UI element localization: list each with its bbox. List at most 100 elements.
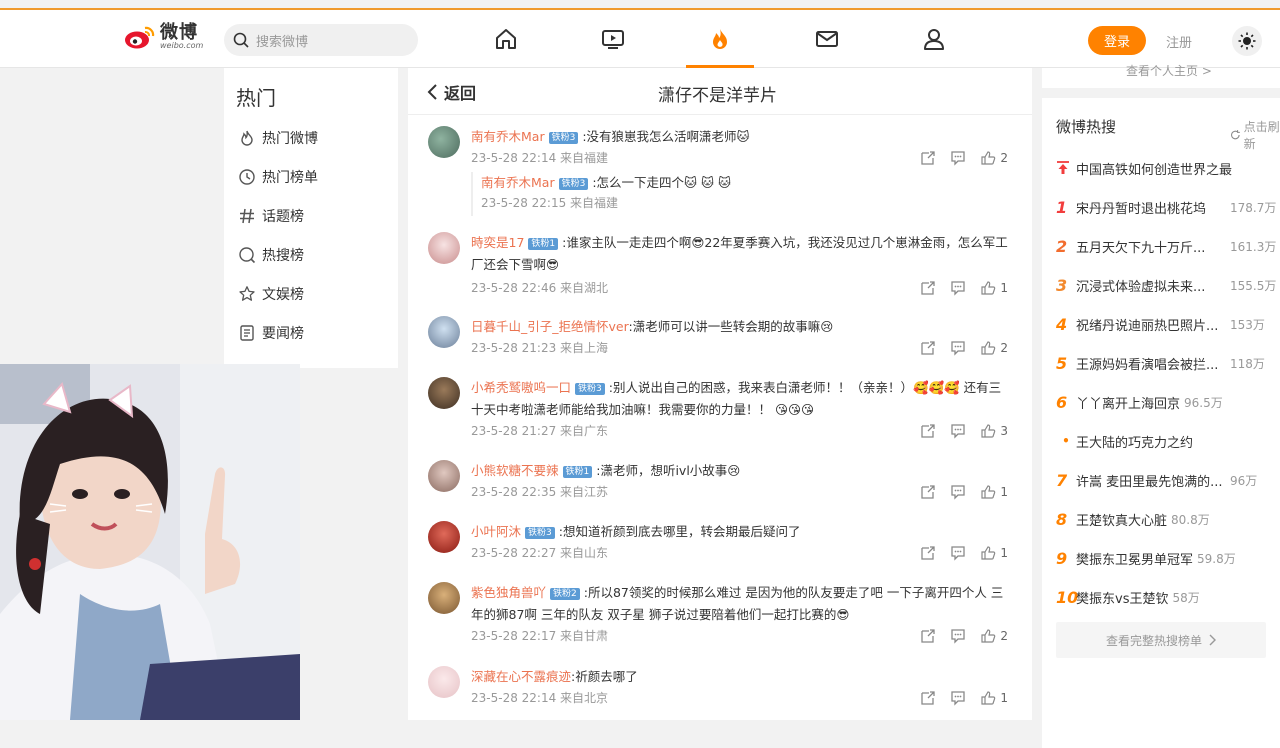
- left-nav-hot-weibo[interactable]: 热门微博: [238, 128, 318, 148]
- avatar[interactable]: [428, 460, 460, 492]
- comment-username[interactable]: 深藏在心不露痕迹: [471, 669, 571, 684]
- comment-username[interactable]: 小希秃鹫嗷呜一口: [471, 380, 571, 395]
- like-button[interactable]: 1: [980, 484, 1008, 500]
- mail-icon[interactable]: [814, 26, 840, 52]
- like-button[interactable]: 1: [980, 690, 1008, 706]
- reply-username[interactable]: 南有乔木Mar: [481, 175, 555, 190]
- comment-icon[interactable]: [950, 545, 966, 561]
- hot-search-item[interactable]: 6 丫丫离开上海回京 96.5万: [1056, 392, 1280, 412]
- left-nav-hot-search[interactable]: 热搜榜: [238, 245, 304, 265]
- share-icon[interactable]: [920, 423, 936, 439]
- comment-item: 日暮千山_引子_拒绝情怀ver:潇老师可以讲一些转会期的故事嘛😢 23-5-28…: [428, 316, 1028, 360]
- hot-search-item[interactable]: 5 王源妈妈看演唱会被拦... 118万: [1056, 353, 1280, 373]
- register-link[interactable]: 注册: [1166, 32, 1192, 51]
- refresh-button[interactable]: 点击刷新: [1230, 118, 1280, 152]
- hot-rank: 1: [1056, 197, 1068, 217]
- like-button[interactable]: 1: [980, 280, 1008, 296]
- comment-icon[interactable]: [950, 340, 966, 356]
- comment-icon[interactable]: [950, 150, 966, 166]
- comment-icon[interactable]: [950, 423, 966, 439]
- comment-username[interactable]: 時奕是17: [471, 235, 524, 250]
- like-count: 2: [1000, 151, 1008, 165]
- left-nav-entertainment[interactable]: 文娱榜: [238, 284, 304, 304]
- like-button[interactable]: 3: [980, 423, 1008, 439]
- comment-username[interactable]: 小叶阿沐: [471, 524, 521, 539]
- like-button[interactable]: 1: [980, 545, 1008, 561]
- comment-text: :潇老师可以讲一些转会期的故事嘛😢: [628, 319, 834, 334]
- hot-search-text: 丫丫离开上海回京: [1076, 396, 1181, 412]
- share-icon[interactable]: [920, 690, 936, 706]
- comment-item: 時奕是17 铁粉1:谁家主队一走走四个啊😎22年夏季赛入坑，我还没见过几个崽淋金雨…: [428, 232, 1028, 302]
- logo-domain: weibo.com: [160, 41, 204, 50]
- comment-actions: 2: [920, 628, 1008, 644]
- comment-actions: 2: [920, 340, 1008, 356]
- hot-search-item[interactable]: 1 宋丹丹暂时退出桃花坞 178.7万: [1056, 197, 1280, 217]
- hot-search-item[interactable]: 9 樊振东卫冕男单冠军 59.8万: [1056, 548, 1280, 568]
- like-button[interactable]: 2: [980, 340, 1008, 356]
- flame-outline-icon: [241, 130, 253, 146]
- video-icon[interactable]: [600, 26, 626, 52]
- fan-badge: 铁粉3: [525, 526, 555, 539]
- like-button[interactable]: 2: [980, 628, 1008, 644]
- comment-icon[interactable]: [950, 690, 966, 706]
- share-icon[interactable]: [920, 280, 936, 296]
- hot-flame-icon[interactable]: [707, 26, 733, 52]
- left-nav-news[interactable]: 要闻榜: [238, 323, 304, 343]
- hot-search-pinned[interactable]: 中国高铁如何创造世界之最: [1056, 158, 1280, 178]
- share-icon[interactable]: [920, 340, 936, 356]
- comment-username[interactable]: 紫色独角兽吖: [471, 585, 546, 600]
- profile-link-box: 查看个人主页 >: [1042, 64, 1280, 88]
- theme-toggle[interactable]: [1232, 26, 1262, 56]
- hot-search-item[interactable]: 7 许嵩 麦田里最先饱满的... 96万: [1056, 470, 1280, 490]
- share-icon[interactable]: [920, 545, 936, 561]
- share-icon[interactable]: [920, 484, 936, 500]
- profile-link[interactable]: 查看个人主页 >: [1126, 62, 1212, 79]
- comment-icon[interactable]: [950, 484, 966, 500]
- comment-icon[interactable]: [950, 280, 966, 296]
- news-icon: [240, 325, 254, 341]
- avatar[interactable]: [428, 126, 460, 158]
- like-button[interactable]: 2: [980, 150, 1008, 166]
- share-icon[interactable]: [920, 628, 936, 644]
- left-nav-label: 话题榜: [262, 209, 304, 225]
- back-button[interactable]: 返回: [426, 80, 476, 104]
- left-nav-hot-list[interactable]: 热门榜单: [238, 167, 318, 187]
- home-icon[interactable]: [493, 26, 519, 52]
- hot-search-box: 微博热搜 点击刷新 中国高铁如何创造世界之最 1 宋丹丹暂时退出桃花坞 178.7万…: [1042, 98, 1280, 748]
- hot-search-item[interactable]: 3 沉浸式体验虚拟未来... 155.5万: [1056, 275, 1280, 295]
- comment-icon[interactable]: [950, 628, 966, 644]
- avatar[interactable]: [428, 582, 460, 614]
- comment-username[interactable]: 日暮千山_引子_拒绝情怀ver: [471, 319, 629, 334]
- see-full-hot-list-button[interactable]: 查看完整热搜榜单: [1056, 622, 1266, 658]
- like-count: 3: [1000, 424, 1008, 438]
- hot-search-item[interactable]: 2 五月天欠下九十万斤... 161.3万: [1056, 236, 1280, 256]
- comment-actions: 1: [920, 280, 1008, 296]
- share-icon[interactable]: [920, 150, 936, 166]
- comment-meta: 23-5-28 22:27 来自山东: [471, 546, 609, 560]
- hot-search-item[interactable]: • 王大陆的巧克力之约: [1056, 431, 1280, 451]
- search-input[interactable]: 搜索微博: [256, 31, 308, 50]
- avatar[interactable]: [428, 377, 460, 409]
- fan-badge: 铁粉3: [575, 382, 605, 395]
- weibo-logo[interactable]: 微博 weibo.com: [124, 24, 203, 50]
- search-circle-icon: [239, 247, 256, 264]
- left-nav-topics[interactable]: 话题榜: [238, 206, 304, 226]
- avatar[interactable]: [428, 521, 460, 553]
- comment-username[interactable]: 南有乔木Mar: [471, 129, 545, 144]
- hot-search-item[interactable]: 8 王楚钦真大心脏 80.8万: [1056, 509, 1280, 529]
- login-button[interactable]: 登录: [1088, 26, 1146, 55]
- comment-username[interactable]: 小熊软糖不要辣: [471, 463, 559, 478]
- comment-actions: 1: [920, 484, 1008, 500]
- user-icon[interactable]: [921, 26, 947, 52]
- avatar[interactable]: [428, 666, 460, 698]
- comment-line: 深藏在心不露痕迹:祈颜去哪了: [471, 666, 1011, 688]
- thumbs-up-icon: [981, 546, 996, 560]
- avatar[interactable]: [428, 316, 460, 348]
- fan-badge: 铁粉1: [528, 237, 559, 250]
- thumbs-up-icon: [981, 151, 996, 165]
- search-box[interactable]: 搜索微博: [224, 24, 418, 56]
- avatar[interactable]: [428, 232, 460, 264]
- hot-search-item[interactable]: 4 祝绪丹说迪丽热巴照片... 153万: [1056, 314, 1280, 334]
- hot-search-item[interactable]: 10 樊振东vs王楚钦 58万: [1056, 587, 1280, 607]
- hot-rank: 7: [1056, 470, 1068, 490]
